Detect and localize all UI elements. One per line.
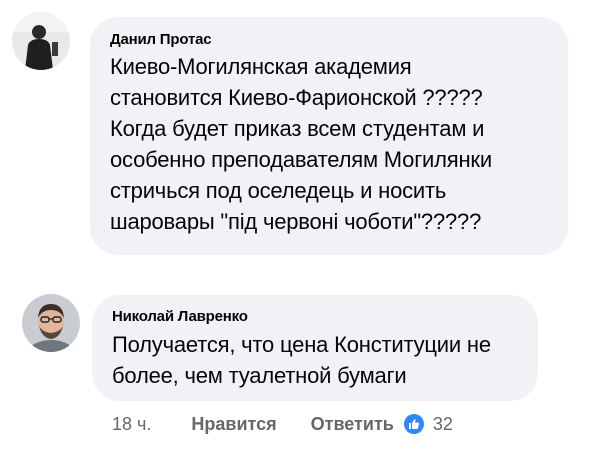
comment-text: Получается, что цена Конституции не боле… bbox=[112, 329, 520, 391]
comment-text-line: становится Киево-Фарионской ????? bbox=[110, 85, 483, 110]
comment-author[interactable]: Николай Лавренко bbox=[112, 307, 520, 327]
comment-text-line: Киево-Могилянская академия bbox=[110, 54, 412, 79]
comment-text-line: особенно преподавателям Могилянки bbox=[110, 147, 492, 172]
avatar-nikolai[interactable] bbox=[22, 294, 80, 352]
comment-text-line: Получается, что цена Конституции не bbox=[112, 332, 491, 357]
man-with-glasses-avatar-icon bbox=[22, 294, 80, 352]
reaction-count[interactable]: 32 bbox=[433, 414, 453, 435]
like-button[interactable]: Нравится bbox=[191, 414, 276, 435]
comment-bubble: Данил Протас Киево-Могилянская академия … bbox=[90, 17, 568, 255]
reply-button[interactable]: Ответить bbox=[311, 414, 394, 435]
comment-text-line: шаровары "під червоні чоботи"????? bbox=[110, 209, 482, 234]
comments-thread: Данил Протас Киево-Могилянская академия … bbox=[0, 0, 600, 451]
comment-text-line: Когда будет приказ всем студентам и bbox=[110, 116, 485, 141]
comment-text: Киево-Могилянская академия становится Ки… bbox=[110, 51, 550, 237]
avatar-danil[interactable] bbox=[12, 12, 70, 70]
comment-actions: 18 ч. Нравится Ответить 32 bbox=[112, 412, 453, 436]
thumbs-up-icon[interactable] bbox=[403, 414, 424, 434]
person-silhouette-avatar-icon bbox=[12, 12, 70, 70]
comment-text-line: стричься под оселедець и носить bbox=[110, 178, 447, 203]
comment-text-line: более, чем туалетной бумаги bbox=[112, 363, 407, 388]
comment-timestamp[interactable]: 18 ч. bbox=[112, 414, 151, 435]
comment-author[interactable]: Данил Протас bbox=[110, 30, 550, 50]
comment-bubble: Николай Лавренко Получается, что цена Ко… bbox=[92, 295, 538, 401]
